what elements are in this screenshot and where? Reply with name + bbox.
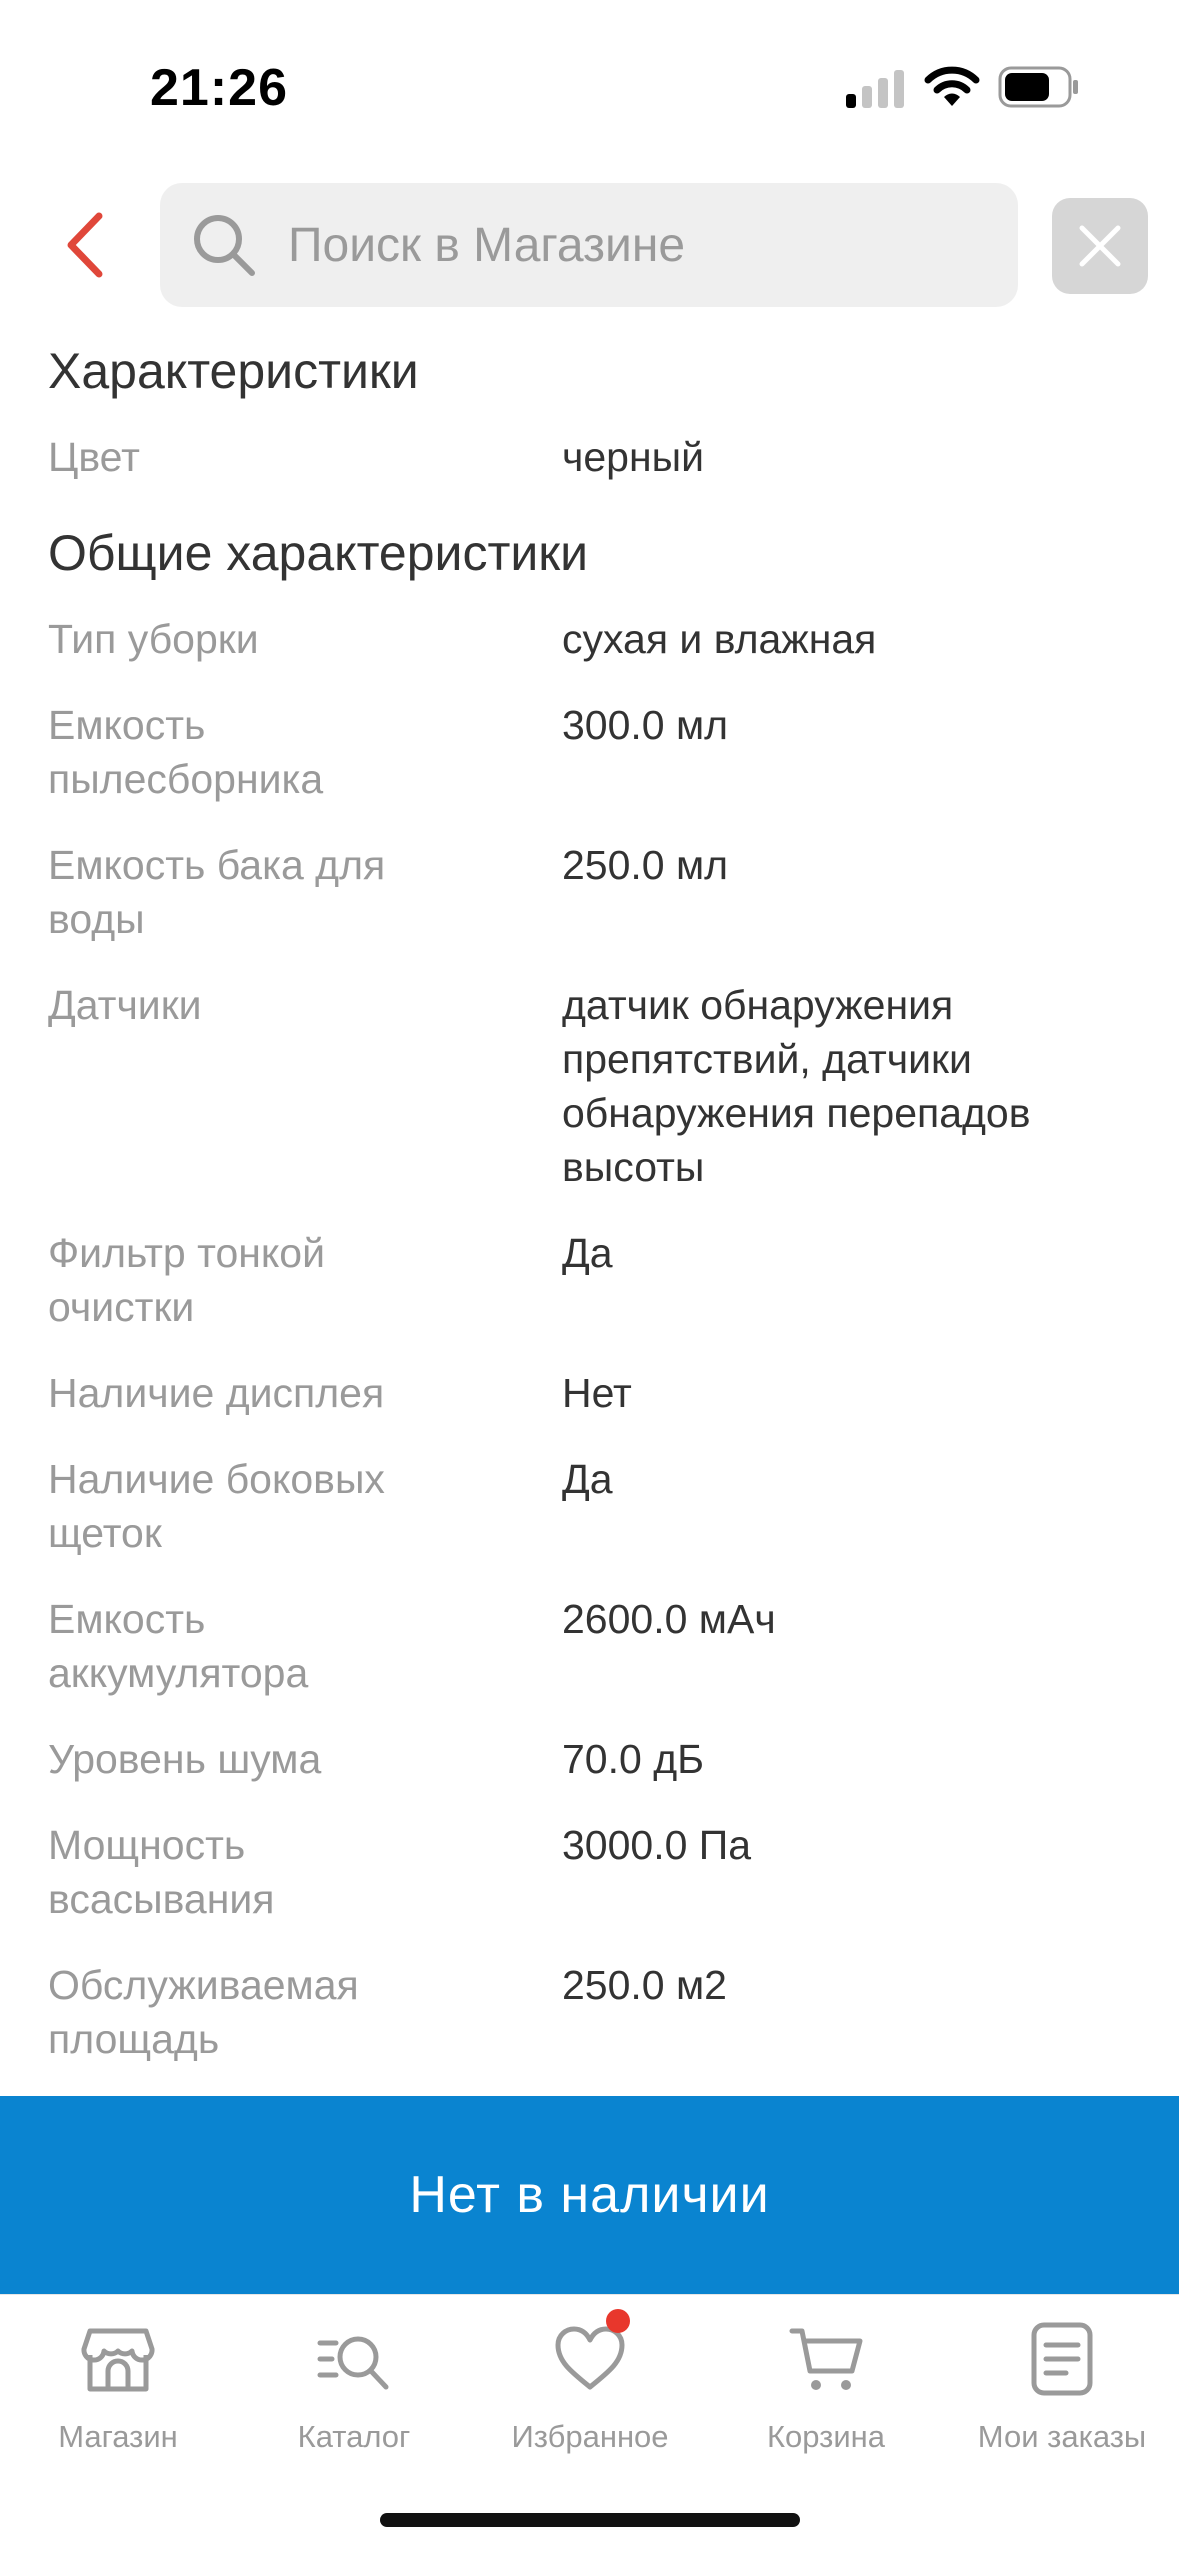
spec-label-noise: Уровень шума [48, 1736, 322, 1782]
tab-label-orders: Мои заказы [977, 2419, 1147, 2454]
spec-value-sensors: датчик обнаружения препятствий, датчики … [562, 982, 1031, 1190]
tab-orders[interactable]: Мои заказы [944, 2315, 1179, 2465]
tab-label-store: Магазин [58, 2419, 178, 2454]
status-bar: 21:26 [0, 0, 1179, 170]
spec-label-sensors: Датчики [48, 982, 202, 1028]
tab-favorites[interactable]: Избранное [472, 2309, 708, 2465]
search-bar[interactable] [160, 183, 1018, 307]
out-of-stock-button[interactable]: Нет в наличии [0, 2096, 1179, 2294]
catalog-search-icon [317, 2336, 389, 2390]
spec-value-battery: 2600.0 мАч [562, 1596, 776, 1642]
tab-cart[interactable]: Корзина [708, 2315, 944, 2465]
store-icon [81, 2328, 155, 2392]
home-indicator [380, 2513, 800, 2527]
tab-store[interactable]: Магазин [0, 2315, 236, 2465]
spec-label-suction: Мощность всасывания [48, 1822, 275, 1922]
section-title-general: Общие характеристики [48, 525, 589, 581]
out-of-stock-label: Нет в наличии [409, 2166, 770, 2224]
spec-label-cleaning-type: Тип уборки [48, 616, 259, 662]
wifi-icon [924, 66, 980, 106]
spec-label-battery: Емкость аккумулятора [48, 1596, 309, 1696]
favorites-badge-dot [606, 2309, 630, 2333]
tab-catalog[interactable]: Каталог [236, 2315, 472, 2465]
spec-label-color: Цвет [48, 434, 140, 480]
tab-label-catalog: Каталог [297, 2419, 411, 2454]
spec-value-side-brushes: Да [562, 1456, 613, 1502]
spec-value-water-tank: 250.0 мл [562, 842, 729, 888]
spec-label-dust-capacity: Емкость пылесборника [48, 702, 324, 802]
tab-label-cart: Корзина [766, 2419, 886, 2454]
spec-value-suction: 3000.0 Па [562, 1822, 752, 1868]
cellular-signal-icon [846, 70, 904, 108]
tab-label-favorites: Избранное [511, 2419, 669, 2454]
search-input[interactable] [288, 205, 988, 285]
bottom-tab-bar: Магазин Каталог Избранное Корзина Мои за… [0, 2294, 1179, 2556]
spec-label-water-tank: Емкость бака для воды [48, 842, 386, 942]
status-time: 21:26 [150, 59, 288, 117]
section-title-characteristics: Характеристики [48, 343, 419, 399]
cart-icon [789, 2328, 863, 2390]
spec-value-color: черный [562, 434, 704, 480]
search-icon [194, 215, 255, 276]
spec-value-dust-capacity: 300.0 мл [562, 702, 729, 748]
orders-icon [1031, 2322, 1093, 2396]
spec-value-display: Нет [562, 1370, 632, 1416]
spec-label-area: Обслуживаемая площадь [48, 1962, 359, 2062]
battery-icon [998, 66, 1078, 108]
close-icon [1079, 225, 1121, 267]
back-button[interactable] [50, 200, 120, 290]
spec-value-area: 250.0 м2 [562, 1962, 727, 2008]
spec-label-fine-filter: Фильтр тонкой очистки [48, 1230, 325, 1330]
spec-value-fine-filter: Да [562, 1230, 613, 1276]
spec-value-cleaning-type: сухая и влажная [562, 616, 877, 662]
spec-label-side-brushes: Наличие боковых щеток [48, 1456, 385, 1556]
specifications-content[interactable]: Характеристики Цвет черный Общие характе… [0, 330, 1179, 2090]
spec-value-noise: 70.0 дБ [562, 1736, 705, 1782]
chevron-left-icon [67, 212, 103, 278]
clear-search-button[interactable] [1052, 198, 1148, 294]
spec-label-display: Наличие дисплея [48, 1370, 385, 1416]
